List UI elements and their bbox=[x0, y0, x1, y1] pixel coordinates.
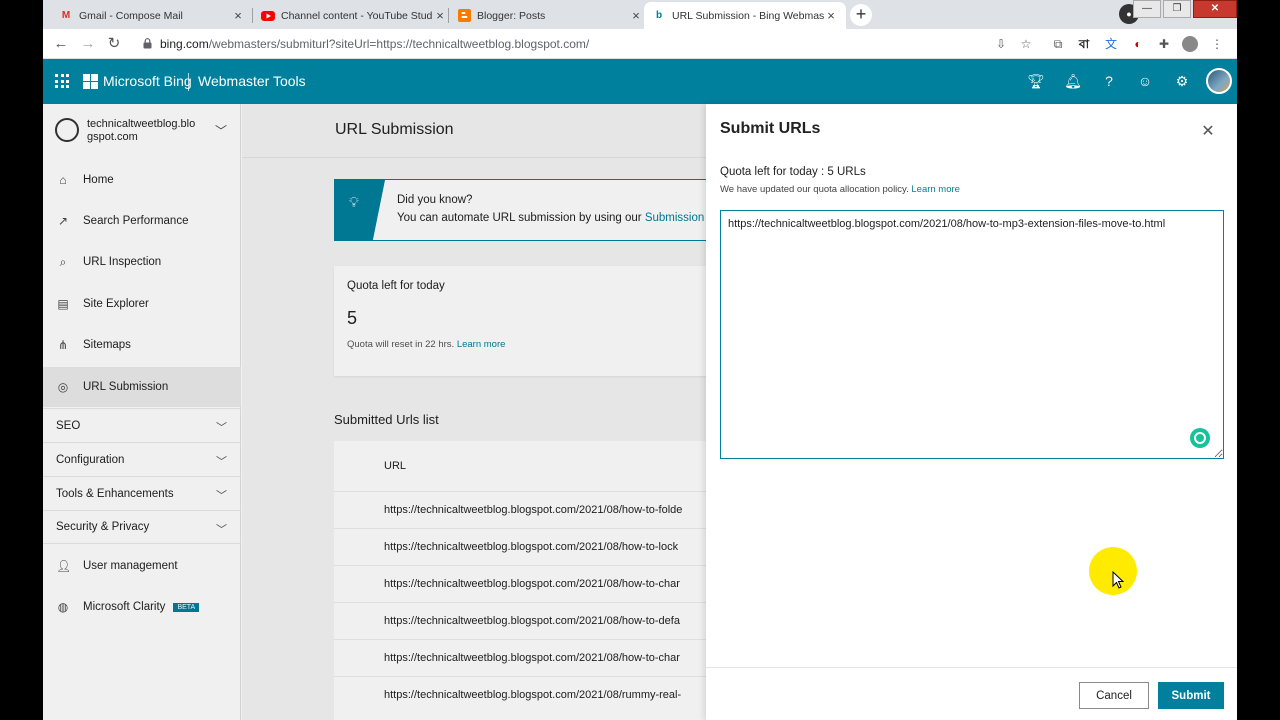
help-icon[interactable]: ? bbox=[1100, 72, 1118, 90]
bing-icon: b bbox=[655, 10, 663, 21]
back-icon[interactable]: ← bbox=[52, 35, 70, 53]
trophy-icon[interactable]: 🏆︎ bbox=[1027, 72, 1045, 90]
tab-title: URL Submission - Bing Webmaster bbox=[672, 9, 824, 22]
reload-icon[interactable]: ↻ bbox=[105, 35, 123, 53]
menu-dots-icon[interactable]: ⋮ bbox=[1209, 36, 1225, 52]
tab-strip: M Gmail - Compose Mail × Channel content… bbox=[43, 0, 1237, 29]
gmail-icon: M bbox=[61, 10, 71, 21]
panel-quota-value: 5 URLs bbox=[827, 166, 866, 178]
puzzle-icon[interactable]: ✚ bbox=[1156, 36, 1172, 52]
address-bar: ← → ↻ bing.com/webmasters/submiturl?site… bbox=[43, 29, 1237, 59]
close-window-button[interactable]: ✕ bbox=[1193, 0, 1237, 18]
panel-title: Submit URLs bbox=[720, 120, 821, 137]
lock-icon bbox=[143, 38, 152, 49]
brand-name[interactable]: Microsoft Bing bbox=[103, 73, 192, 89]
tab-bing-webmaster[interactable]: b URL Submission - Bing Webmaster × bbox=[644, 2, 846, 29]
panel-quota-label: Quota left for today : bbox=[720, 166, 828, 178]
policy-note: We have updated our quota allocation pol… bbox=[720, 184, 960, 195]
bangla-extension-icon[interactable]: বা bbox=[1076, 36, 1092, 52]
close-tab-icon[interactable]: × bbox=[231, 8, 245, 23]
close-icon[interactable]: ✕ bbox=[1200, 121, 1216, 141]
close-tab-icon[interactable]: × bbox=[824, 8, 838, 23]
microsoft-logo-icon bbox=[83, 74, 98, 89]
url-path: /webmasters/submiturl?siteUrl=https://te… bbox=[208, 37, 590, 51]
app-launcher-icon[interactable] bbox=[55, 74, 69, 88]
tab-gmail[interactable]: M Gmail - Compose Mail × bbox=[51, 2, 253, 29]
gear-icon[interactable]: ⚙ bbox=[1173, 72, 1191, 90]
product-name[interactable]: Webmaster Tools bbox=[198, 73, 306, 89]
submit-button[interactable]: Submit bbox=[1158, 682, 1224, 709]
policy-learn-more-link[interactable]: Learn more bbox=[911, 184, 960, 195]
tab-title: Channel content - YouTube Studio bbox=[281, 9, 433, 22]
submit-urls-panel: Submit URLs ✕ Quota left for today : 5 U… bbox=[706, 104, 1237, 720]
window-controls: — ❐ ✕ bbox=[1131, 0, 1237, 22]
footer-divider bbox=[706, 667, 1237, 668]
mouse-cursor-icon bbox=[1112, 571, 1124, 589]
tab-youtube-studio[interactable]: Channel content - YouTube Studio × bbox=[253, 2, 455, 29]
maximize-button[interactable]: ❐ bbox=[1163, 0, 1191, 18]
tab-blogger[interactable]: Blogger: Posts × bbox=[449, 2, 651, 29]
modal-backdrop[interactable] bbox=[43, 104, 706, 720]
close-tab-icon[interactable]: × bbox=[629, 8, 643, 23]
policy-text: We have updated our quota allocation pol… bbox=[720, 184, 909, 195]
forward-icon[interactable]: → bbox=[79, 35, 97, 53]
bell-icon[interactable]: 🔔︎ bbox=[1064, 72, 1082, 90]
url-input[interactable]: bing.com/webmasters/submiturl?siteUrl=ht… bbox=[160, 37, 589, 51]
minimize-button[interactable]: — bbox=[1133, 0, 1161, 18]
grammarly-icon[interactable] bbox=[1190, 428, 1210, 448]
youtube-icon bbox=[261, 9, 275, 23]
url-host: bing.com bbox=[160, 37, 209, 51]
bookmark-star-icon[interactable]: ☆ bbox=[1018, 36, 1034, 52]
smiley-icon[interactable]: ☺ bbox=[1136, 72, 1154, 90]
extension-icon[interactable]: ⧉ bbox=[1050, 36, 1066, 52]
browser-window: M Gmail - Compose Mail × Channel content… bbox=[43, 0, 1237, 720]
profile-avatar[interactable] bbox=[1182, 36, 1198, 52]
url-list-textarea[interactable] bbox=[720, 210, 1224, 459]
tab-title: Gmail - Compose Mail bbox=[79, 9, 183, 22]
avatar[interactable] bbox=[1206, 68, 1232, 94]
new-tab-button[interactable]: + bbox=[850, 4, 872, 26]
brand-divider bbox=[188, 73, 189, 91]
blogger-icon bbox=[457, 9, 471, 23]
translate-icon[interactable]: 文 bbox=[1103, 36, 1119, 52]
red-extension-icon[interactable]: ◐ bbox=[1130, 36, 1146, 52]
cancel-button[interactable]: Cancel bbox=[1079, 682, 1149, 709]
close-tab-icon[interactable]: × bbox=[433, 8, 447, 23]
panel-quota: Quota left for today : 5 URLs bbox=[720, 166, 866, 178]
tab-title: Blogger: Posts bbox=[477, 9, 546, 22]
app-header: Microsoft Bing Webmaster Tools 🏆︎ 🔔︎ ? ☺… bbox=[43, 59, 1237, 104]
install-icon[interactable]: ⇩ bbox=[993, 36, 1009, 52]
